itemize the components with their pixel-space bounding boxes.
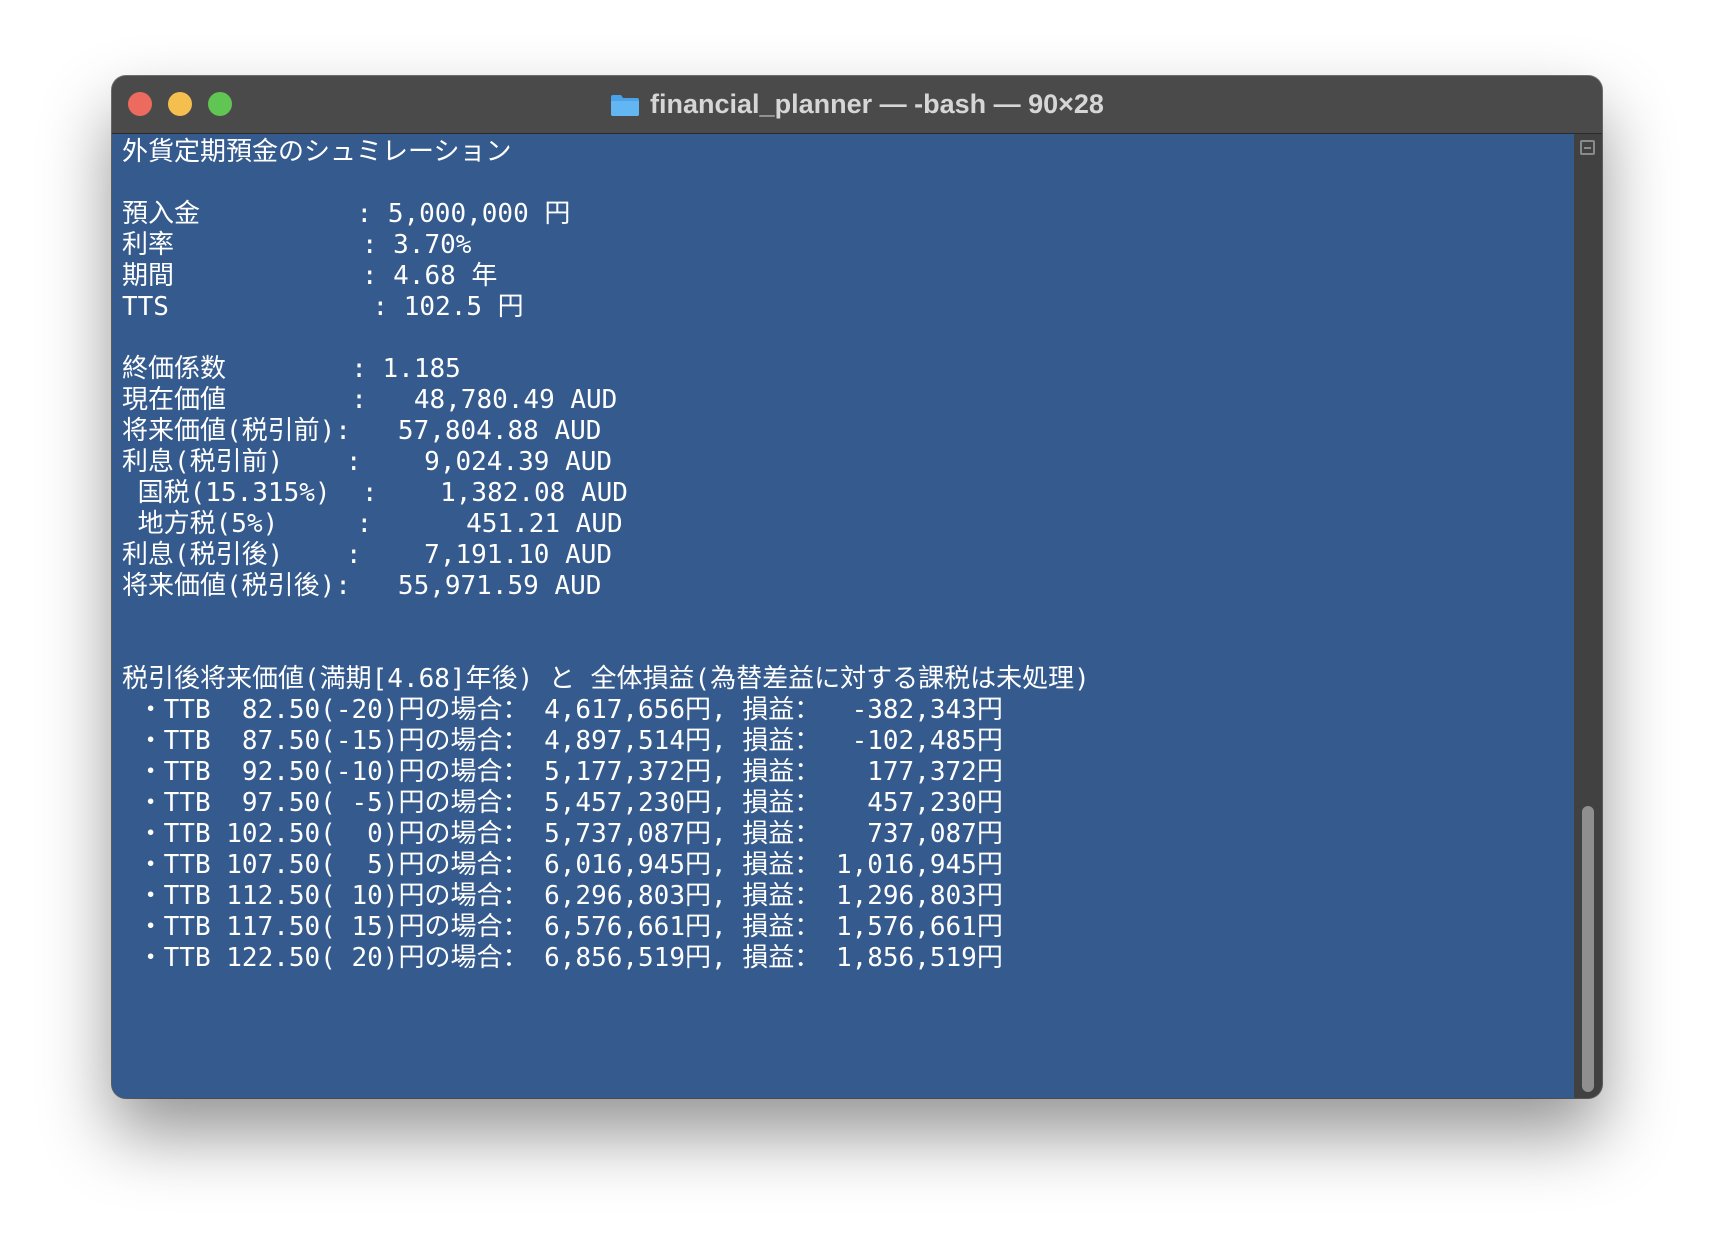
terminal-line: TTS : 102.5 円 bbox=[122, 292, 524, 322]
terminal-line: 将来価値(税引後): 55,971.59 AUD bbox=[122, 571, 602, 601]
terminal-line: 預入金 : 5,000,000 円 bbox=[122, 199, 571, 229]
window-title-group: financial_planner — -bash — 90×28 bbox=[112, 76, 1602, 133]
terminal-window: financial_planner — -bash — 90×28 外貨定期預金… bbox=[112, 76, 1602, 1098]
split-pane-icon[interactable] bbox=[1580, 140, 1595, 155]
terminal-line: ・TTB 112.50( 10)円の場合： 6,296,803円, 損益： 1,… bbox=[122, 881, 1003, 911]
terminal-line: 外貨定期預金のシュミレーション bbox=[122, 137, 512, 167]
terminal-line: ・TTB 92.50(-10)円の場合： 5,177,372円, 損益： 177… bbox=[122, 757, 1003, 787]
folder-icon bbox=[611, 94, 640, 116]
terminal-line: ・TTB 107.50( 5)円の場合： 6,016,945円, 損益： 1,0… bbox=[122, 850, 1003, 880]
vertical-scrollbar[interactable] bbox=[1574, 134, 1602, 1098]
terminal-line: ・TTB 97.50( -5)円の場合： 5,457,230円, 損益： 457… bbox=[122, 788, 1003, 818]
terminal-line: 国税(15.315%) : 1,382.08 AUD bbox=[122, 478, 628, 508]
title-bar[interactable]: financial_planner — -bash — 90×28 bbox=[112, 76, 1602, 134]
terminal-line: 利息(税引前) : 9,024.39 AUD bbox=[122, 447, 613, 477]
terminal-line: ・TTB 122.50( 20)円の場合： 6,856,519円, 損益： 1,… bbox=[122, 943, 1003, 973]
scrollbar-thumb[interactable] bbox=[1582, 806, 1594, 1092]
window-title: financial_planner — -bash — 90×28 bbox=[650, 89, 1104, 119]
terminal-line: ・TTB 82.50(-20)円の場合： 4,617,656円, 損益： -38… bbox=[122, 695, 1003, 725]
terminal-line: ・TTB 102.50( 0)円の場合： 5,737,087円, 損益： 737… bbox=[122, 819, 1003, 849]
terminal-line: 将来価値(税引前): 57,804.88 AUD bbox=[122, 416, 602, 446]
terminal-line: 現在価値 : 48,780.49 AUD bbox=[122, 385, 618, 415]
terminal-line: 期間 : 4.68 年 bbox=[122, 261, 498, 291]
terminal-line: 税引後将来価値(満期[4.68]年後) と 全体損益(為替差益に対する課税は未処… bbox=[122, 664, 1090, 694]
terminal-line: 利率 : 3.70% bbox=[122, 230, 472, 260]
terminal-line: ・TTB 87.50(-15)円の場合： 4,897,514円, 損益： -10… bbox=[122, 726, 1003, 756]
terminal-line: 利息(税引後) : 7,191.10 AUD bbox=[122, 540, 613, 570]
terminal-line: 終価係数 : 1.185 bbox=[122, 354, 461, 384]
terminal-line: 地方税(5%) : 451.21 AUD bbox=[122, 509, 623, 539]
terminal-output[interactable]: 外貨定期預金のシュミレーション 預入金 : 5,000,000 円 利率 : 3… bbox=[112, 134, 1574, 1098]
terminal-line: ・TTB 117.50( 15)円の場合： 6,576,661円, 損益： 1,… bbox=[122, 912, 1003, 942]
